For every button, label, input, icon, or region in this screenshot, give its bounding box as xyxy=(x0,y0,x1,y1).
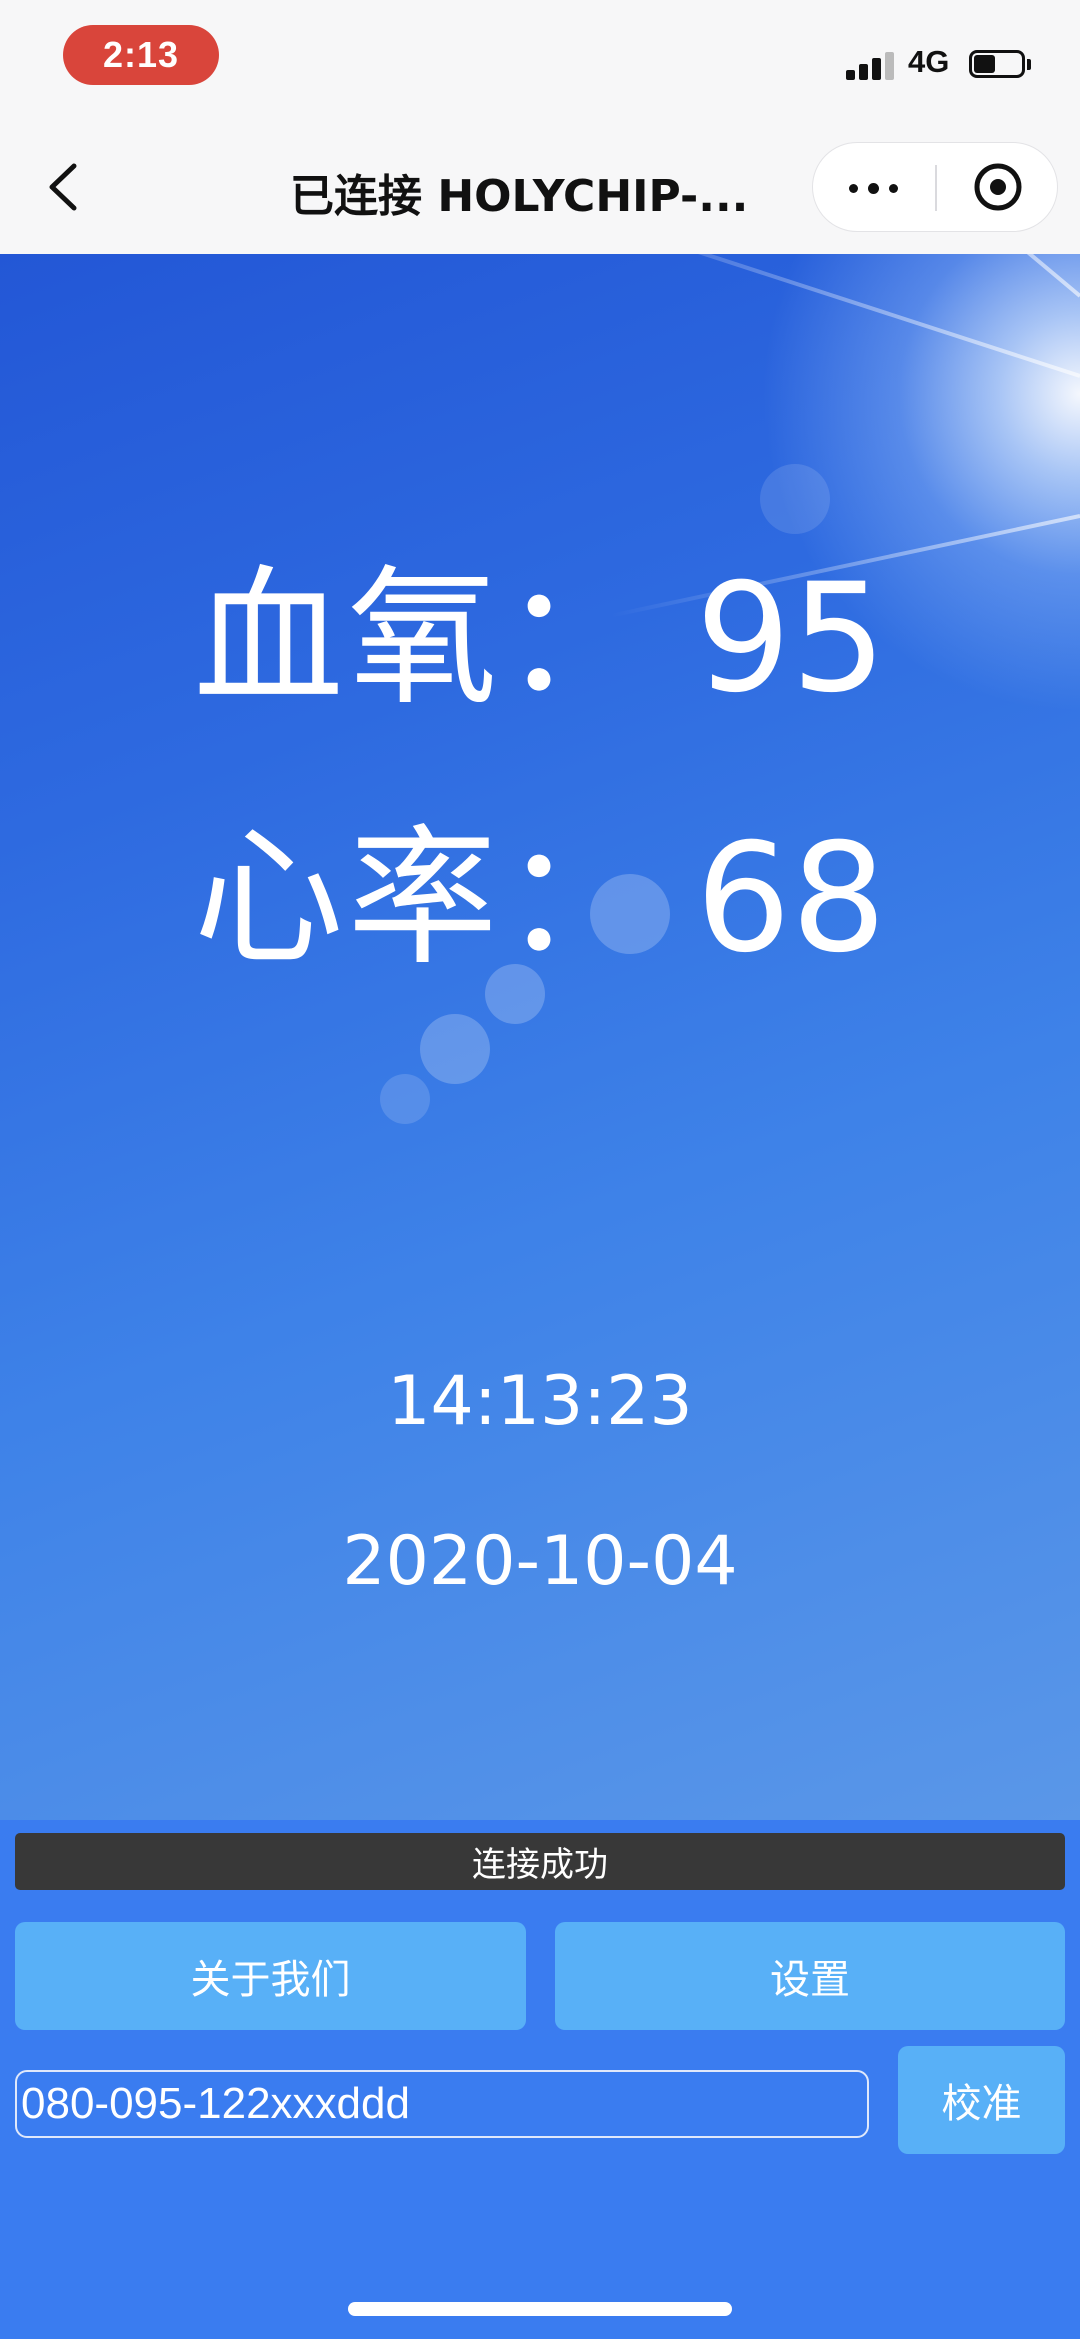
calibrate-button[interactable]: 校准 xyxy=(898,2046,1065,2154)
network-type: 4G xyxy=(908,44,950,79)
about-us-button[interactable]: 关于我们 xyxy=(15,1922,526,2030)
heart-rate-label: 心率： xyxy=(193,812,656,986)
background-image: 血氧： 95 心率： 68 14:13:23 2020-10-04 xyxy=(0,254,1080,1820)
battery-icon xyxy=(969,50,1031,80)
page-title: 已连接 HOLYCHIP-... xyxy=(290,171,749,222)
chevron-left-icon xyxy=(49,163,77,211)
connection-status: 连接成功 xyxy=(15,1833,1065,1890)
spo2-label: 血氧： xyxy=(193,552,656,726)
status-bar: 2:13 4G xyxy=(0,0,1080,120)
target-icon xyxy=(974,163,1022,211)
status-time: 2:13 xyxy=(63,25,219,85)
settings-button[interactable]: 设置 xyxy=(555,1922,1065,2030)
more-button[interactable] xyxy=(813,143,935,231)
spo2-reading: 血氧： 95 xyxy=(0,554,1080,724)
calibration-input[interactable] xyxy=(15,2070,869,2138)
signal-strength-icon xyxy=(846,50,898,80)
home-indicator[interactable] xyxy=(348,2302,732,2316)
spo2-value: 95 xyxy=(695,552,887,726)
current-time: 14:13:23 xyxy=(387,1362,693,1441)
navigation-bar: 已连接 HOLYCHIP-... xyxy=(0,120,1080,254)
mini-program-capsule xyxy=(812,142,1058,232)
back-button[interactable] xyxy=(30,150,100,220)
heart-rate-reading: 心率： 68 xyxy=(0,814,1080,984)
heart-rate-value: 68 xyxy=(695,812,887,986)
close-miniprogram-button[interactable] xyxy=(937,143,1059,231)
current-date: 2020-10-04 xyxy=(342,1522,738,1601)
